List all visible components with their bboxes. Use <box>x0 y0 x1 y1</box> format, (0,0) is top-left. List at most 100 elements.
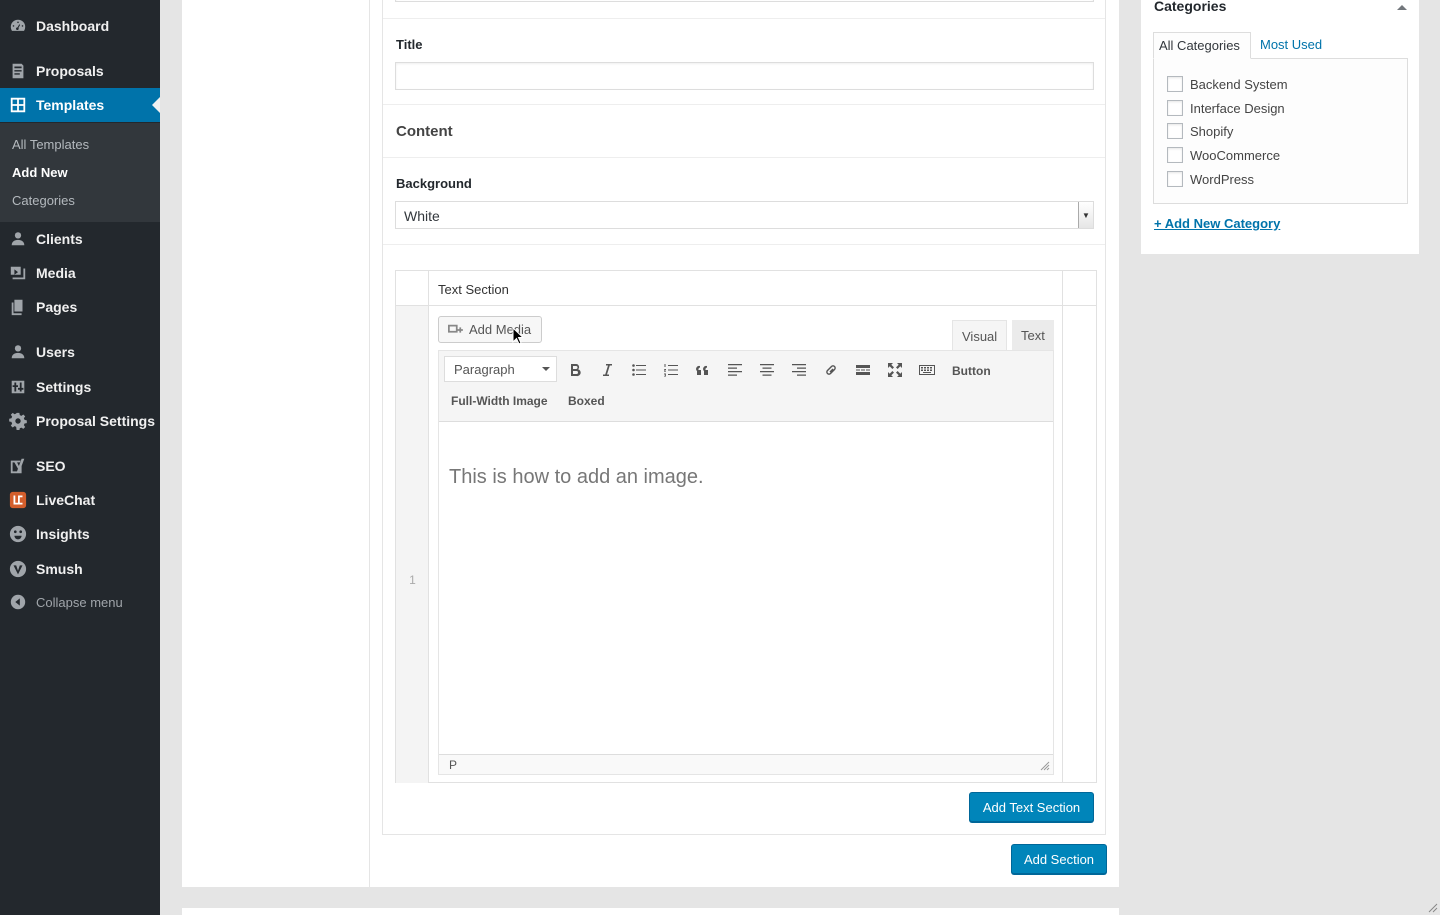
toolbar-toggle-button[interactable] <box>915 358 939 382</box>
wysiwyg-editor: Paragraph Button Full-Width Image Boxed … <box>438 350 1054 775</box>
sidebar-item-insights[interactable]: Insights <box>0 517 160 551</box>
element-path[interactable]: P <box>449 758 457 772</box>
category-checkbox[interactable] <box>1167 147 1183 163</box>
align-right-icon <box>792 364 806 376</box>
tab-text[interactable]: Text <box>1012 320 1054 350</box>
align-center-icon <box>760 364 774 376</box>
yoast-icon <box>0 457 36 475</box>
submenu-all-templates[interactable]: All Templates <box>12 137 89 152</box>
sidebar-item-label: Settings <box>36 379 92 395</box>
format-select[interactable]: Paragraph <box>444 356 557 382</box>
sidebar-item-templates[interactable]: Templates <box>0 88 160 122</box>
read-more-button[interactable] <box>851 358 875 382</box>
insert-link-button[interactable] <box>819 358 843 382</box>
blockquote-button[interactable] <box>691 358 715 382</box>
tab-most-used[interactable]: Most Used <box>1255 32 1327 59</box>
title-input[interactable] <box>395 62 1094 90</box>
content-heading: Content <box>396 123 453 140</box>
add-media-icon <box>448 324 463 333</box>
submenu-add-new[interactable]: Add New <box>12 165 68 180</box>
align-right-button[interactable] <box>787 358 811 382</box>
background-select[interactable]: White ▼ <box>395 201 1094 229</box>
repeater-head-handle <box>396 271 429 306</box>
italic-button[interactable] <box>595 358 619 382</box>
sidebar-item-proposal-settings[interactable]: Proposal Settings <box>0 404 160 438</box>
sidebar-item-livechat[interactable]: LiveChat <box>0 483 160 517</box>
category-item[interactable]: Backend System <box>1167 76 1288 92</box>
align-left-button[interactable] <box>723 358 747 382</box>
submenu-categories[interactable]: Categories <box>12 193 75 208</box>
editor-content[interactable]: This is how to add an image. <box>449 466 704 489</box>
tab-visual[interactable]: Visual <box>952 320 1007 350</box>
bold-button[interactable] <box>563 358 587 382</box>
sidebar-item-label: Media <box>36 265 76 281</box>
sidebar-item-label: Proposal Settings <box>36 413 156 429</box>
align-center-button[interactable] <box>755 358 779 382</box>
sidebar-item-seo[interactable]: SEO <box>0 449 160 483</box>
sidebar-item-label: LiveChat <box>36 492 96 508</box>
sidebar-item-dashboard[interactable]: Dashboard <box>0 9 160 43</box>
users-icon <box>0 230 36 248</box>
category-item[interactable]: Interface Design <box>1167 100 1285 116</box>
divider <box>383 157 1105 158</box>
sidebar-item-label: SEO <box>36 458 66 474</box>
collapse-toggle-icon[interactable] <box>1397 0 1407 10</box>
italic-icon <box>603 364 612 376</box>
category-label: Interface Design <box>1190 100 1285 116</box>
sidebar-item-pages[interactable]: Pages <box>0 290 160 324</box>
sidebar-item-label: Insights <box>36 526 90 542</box>
sidebar-item-label: Proposals <box>36 63 104 79</box>
background-select-value: White <box>404 208 440 224</box>
row-actions-column[interactable] <box>1062 271 1096 783</box>
sidebar-item-label: Smush <box>36 561 83 577</box>
text-section-repeater: Text Section 1 Add Media Visual Text Par… <box>395 270 1097 783</box>
add-new-category-link[interactable]: + Add New Category <box>1154 216 1280 231</box>
media-icon <box>0 264 36 282</box>
next-panel <box>182 908 1119 915</box>
category-checkbox[interactable] <box>1167 171 1183 187</box>
row-drag-handle[interactable]: 1 <box>396 306 429 783</box>
sidebar-item-proposals[interactable]: Proposals <box>0 54 160 88</box>
resize-handle-icon[interactable] <box>1040 761 1050 771</box>
sidebar-item-settings[interactable]: Settings <box>0 370 160 404</box>
mouse-cursor-icon <box>512 327 524 345</box>
link-icon <box>826 365 836 375</box>
category-checkbox[interactable] <box>1167 76 1183 92</box>
divider <box>383 104 1105 105</box>
add-text-section-button[interactable]: Add Text Section <box>969 792 1094 822</box>
previous-field-input[interactable] <box>395 0 1094 2</box>
category-item[interactable]: Shopify <box>1167 123 1233 139</box>
add-section-button[interactable]: Add Section <box>1011 844 1107 874</box>
boxed-button[interactable]: Boxed <box>568 394 605 408</box>
category-checkbox[interactable] <box>1167 100 1183 116</box>
category-label: Backend System <box>1190 76 1288 92</box>
fullscreen-button[interactable] <box>883 358 907 382</box>
main-panel: Title Content Background White ▼ Text Se… <box>182 0 1119 887</box>
tab-all-categories[interactable]: All Categories <box>1153 32 1251 59</box>
sidebar-item-media[interactable]: Media <box>0 256 160 290</box>
button-shortcode-button[interactable]: Button <box>952 364 991 378</box>
numbered-list-icon <box>664 364 678 377</box>
sidebar-item-users[interactable]: Users <box>0 335 160 369</box>
sidebar-item-label: Pages <box>36 299 78 315</box>
fullscreen-icon <box>888 363 902 377</box>
category-item[interactable]: WordPress <box>1167 171 1254 187</box>
admin-sidebar: Dashboard Proposals Templates All Templa… <box>0 0 160 915</box>
align-left-icon <box>728 364 742 376</box>
add-media-button[interactable]: Add Media <box>438 316 542 343</box>
numbered-list-button[interactable] <box>659 358 683 382</box>
templates-submenu: All Templates Add New Categories <box>0 123 160 222</box>
category-checkbox[interactable] <box>1167 123 1183 139</box>
window-resize-icon[interactable] <box>1428 903 1438 913</box>
sidebar-item-smush[interactable]: Smush <box>0 552 160 586</box>
format-select-value: Paragraph <box>454 362 515 377</box>
category-item[interactable]: WooCommerce <box>1167 147 1280 163</box>
bullet-list-button[interactable] <box>627 358 651 382</box>
sidebar-item-label: Templates <box>36 97 105 113</box>
divider <box>383 18 1105 19</box>
collapse-menu-button[interactable]: Collapse menu <box>0 585 160 619</box>
settings-icon <box>0 378 36 396</box>
editor-status-bar: P <box>439 754 1053 774</box>
sidebar-item-clients[interactable]: Clients <box>0 222 160 256</box>
full-width-image-button[interactable]: Full-Width Image <box>451 394 548 408</box>
